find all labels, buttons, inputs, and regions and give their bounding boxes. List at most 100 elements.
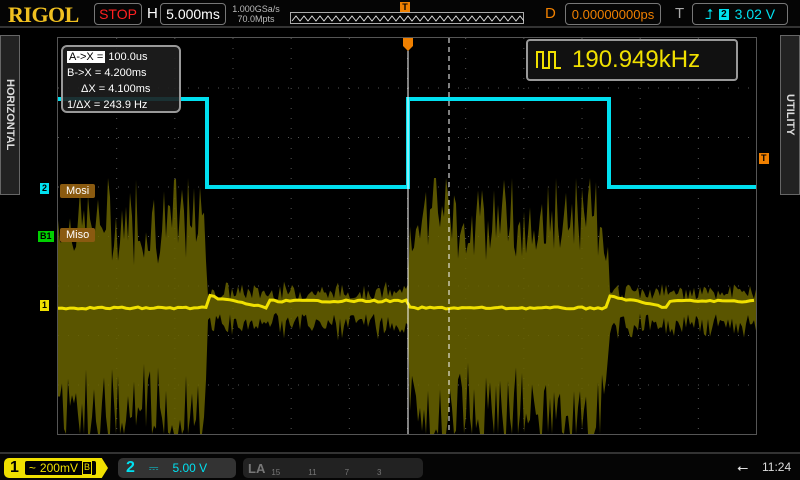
grid-dot <box>348 98 350 99</box>
grid-dot <box>116 428 118 429</box>
b1-offset-marker[interactable]: B1 <box>38 231 54 242</box>
grid-dot <box>174 158 176 159</box>
grid-dot <box>698 384 699 386</box>
grid-dot <box>578 87 579 89</box>
grid-dot <box>388 137 389 138</box>
grid-dot <box>438 137 439 138</box>
grid-dot <box>697 248 699 249</box>
ch1-offset-marker[interactable]: 1 <box>40 300 50 311</box>
grid-dot <box>648 384 649 386</box>
grid-dot <box>348 118 350 119</box>
grid-dot <box>290 138 292 139</box>
grid-dot <box>378 137 379 138</box>
run-stop-status[interactable]: STOP <box>94 3 142 25</box>
ch2-settings[interactable]: 2 ⎓ 5.00 V <box>118 458 236 478</box>
grid-dot <box>398 285 399 287</box>
grid-dot <box>523 168 525 169</box>
grid-dot <box>468 87 469 89</box>
grid-dot <box>668 87 669 89</box>
grid-dot <box>290 98 292 99</box>
grid-dot <box>290 208 292 209</box>
grid-dot <box>348 368 350 369</box>
grid-dot <box>248 236 249 237</box>
grid-dot <box>290 78 292 79</box>
grid-dot <box>465 238 467 239</box>
ac-coupling-icon: ~ <box>28 461 36 475</box>
grid-dot <box>697 428 699 429</box>
grid-dot <box>238 285 239 287</box>
grid-dot <box>348 228 350 229</box>
ch1-number: 1 <box>10 459 19 476</box>
trigger-settings[interactable]: ⮥ 2 3.02 V <box>692 3 788 25</box>
horizontal-tab[interactable]: HORIZONTAL <box>0 35 20 195</box>
grid-dot <box>348 208 350 209</box>
grid-dot <box>232 218 234 219</box>
grid-dot <box>523 198 525 199</box>
grid-dot <box>348 38 350 39</box>
utility-tab[interactable]: UTILITY <box>780 35 800 195</box>
grid-dot <box>465 128 467 129</box>
frequency-counter[interactable]: 190.949kHz <box>526 39 738 81</box>
trigger-source: 2 <box>719 8 729 20</box>
grid-dot <box>268 87 269 89</box>
grid-dot <box>639 158 641 159</box>
grid-dot <box>168 137 169 138</box>
grid-dot <box>465 58 467 59</box>
grid-dot <box>348 236 349 237</box>
grid-dot <box>58 87 59 89</box>
grid-dot <box>348 348 350 349</box>
grid-dot <box>668 335 669 336</box>
grid-dot <box>232 178 234 179</box>
grid-dot <box>738 87 739 89</box>
grid-dot <box>628 87 629 89</box>
grid-dot <box>581 168 583 169</box>
grid-dot <box>348 398 350 399</box>
grid-dot <box>708 384 709 386</box>
logic-analyzer-settings[interactable]: LA 15 11 7 3 <box>243 458 423 478</box>
grid-dot <box>178 186 179 188</box>
grid-dot <box>581 178 583 179</box>
grid-dot <box>290 158 292 159</box>
grid-dot <box>290 68 292 69</box>
grid-dot <box>438 87 439 89</box>
cursor-row: ΔX = 4.100ms <box>81 83 151 95</box>
grid-dot <box>348 285 349 287</box>
grid-dot <box>398 236 399 237</box>
grid-dot <box>118 137 119 138</box>
grid-dot <box>278 236 279 237</box>
grid-dot <box>158 236 159 237</box>
trigger-level-marker[interactable]: T <box>759 153 769 164</box>
grid-dot <box>268 285 269 287</box>
trigger-position-marker[interactable]: T <box>400 2 410 12</box>
grid-dot <box>608 236 609 237</box>
grid-dot <box>523 38 525 39</box>
cursor-measurement-box: A->X = 100.0us B->X = 4.200ms ΔX = 4.100… <box>61 45 181 113</box>
grid-dot <box>728 87 729 89</box>
grid-dot <box>581 148 583 149</box>
grid-dot <box>318 87 319 89</box>
grid-dot <box>538 186 539 188</box>
grid-dot <box>178 137 179 138</box>
grid-dot <box>258 384 259 386</box>
grid-dot <box>188 137 189 138</box>
grid-dot <box>168 186 169 188</box>
grid-dot <box>628 236 629 237</box>
grid-dot <box>638 87 639 89</box>
grid-dot <box>639 268 641 269</box>
ch1-settings[interactable]: 1 ~ 200mV B <box>4 458 108 478</box>
grid-dot <box>348 418 350 419</box>
grid-dot <box>697 358 699 359</box>
delay-value[interactable]: 0.00000000ps <box>565 3 661 25</box>
grid-dot <box>198 87 199 89</box>
grid-dot <box>232 68 234 69</box>
ch2-offset-marker[interactable]: 2 <box>40 183 50 194</box>
grid-dot <box>348 358 350 359</box>
timebase-value[interactable]: 5.000ms <box>160 3 226 25</box>
grid-dot <box>697 388 699 389</box>
grid-dot <box>128 186 129 188</box>
grid-dot <box>678 137 679 138</box>
grid-dot <box>697 178 699 179</box>
grid-dot <box>308 87 309 89</box>
grid-dot <box>428 87 429 89</box>
grid-dot <box>232 158 234 159</box>
